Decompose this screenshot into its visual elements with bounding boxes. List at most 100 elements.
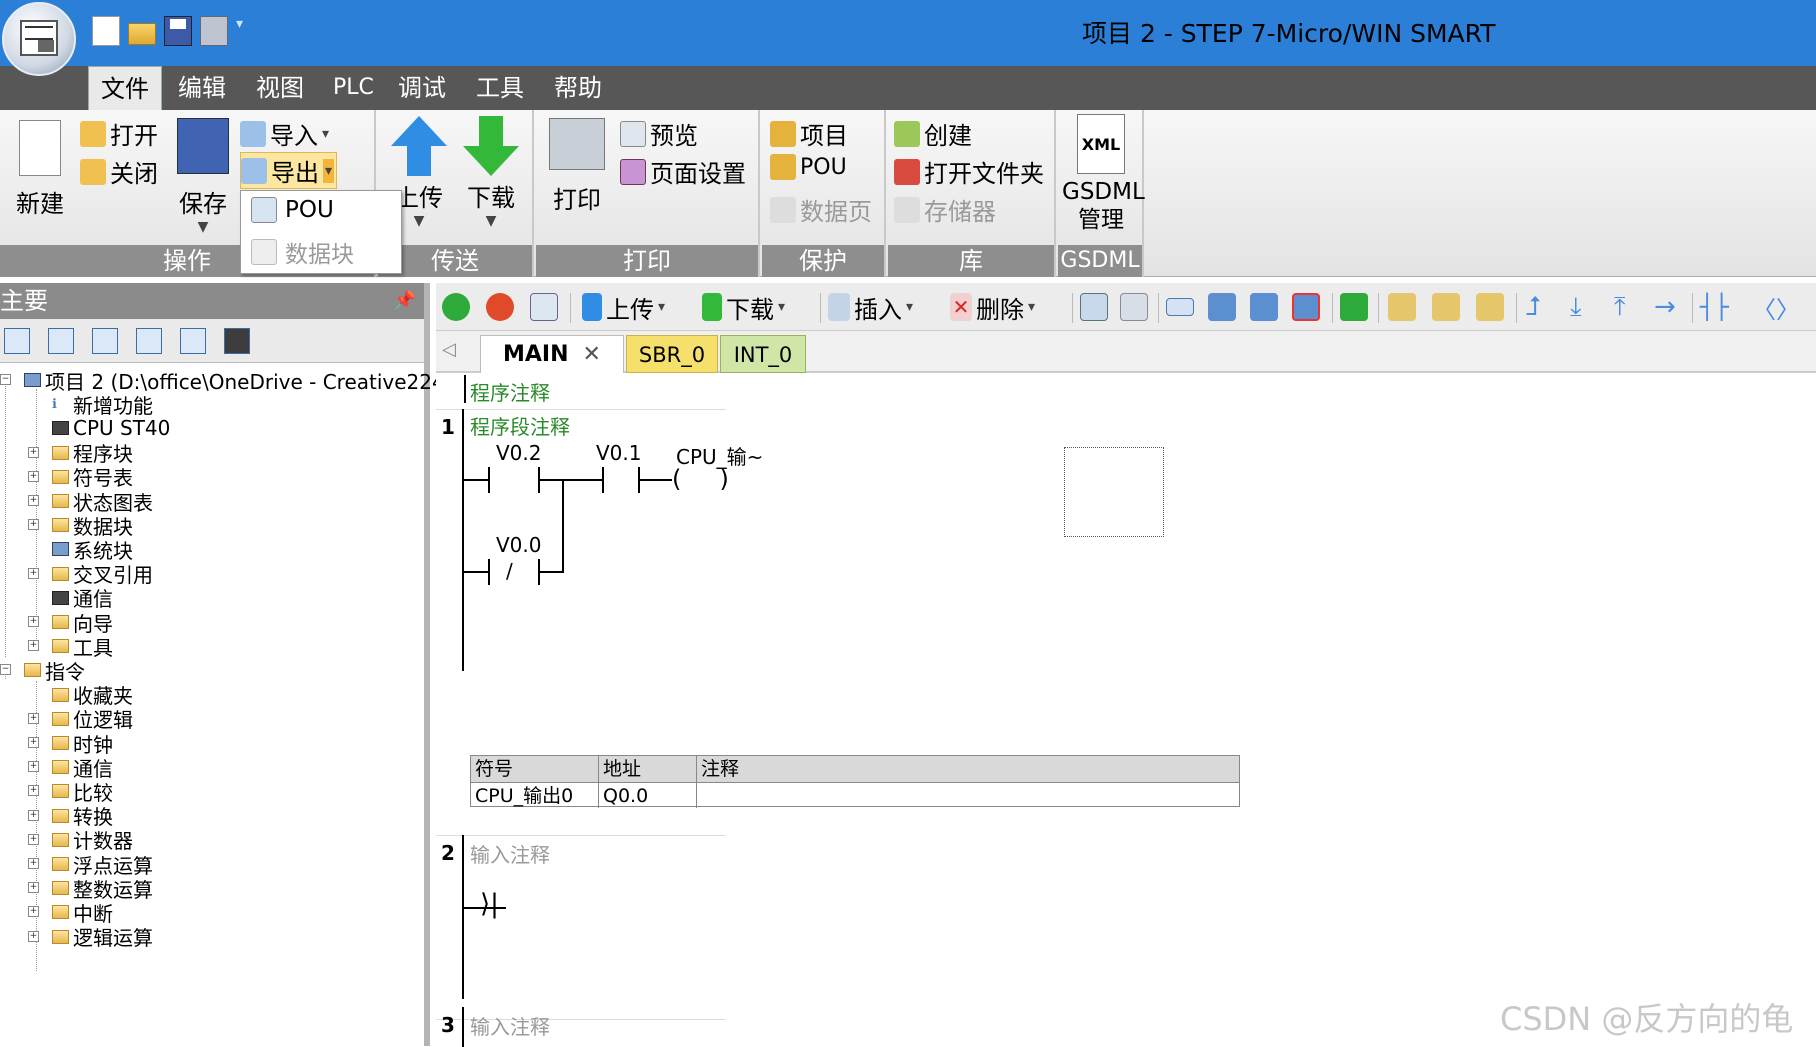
contact-label[interactable]: V0.1 <box>596 441 642 465</box>
expand-toggle-icon[interactable]: + <box>28 737 39 748</box>
insert-contact-button[interactable]: ┤├ <box>1700 291 1729 323</box>
protect-project-button[interactable]: 项目 <box>770 116 848 151</box>
protect-pou-button[interactable]: POU <box>770 154 847 180</box>
export-pou-item[interactable]: POU <box>251 197 334 223</box>
open-folder-icon[interactable] <box>128 23 156 45</box>
editor-download-button[interactable]: 下载 ▾ <box>702 291 785 324</box>
import-button[interactable]: 导入 ▾ <box>240 116 329 151</box>
status-chart-icon[interactable] <box>92 327 118 354</box>
expand-toggle-icon[interactable]: + <box>28 858 39 869</box>
insert-coil-button[interactable]: 〈〉 <box>1752 291 1800 324</box>
scroll-left-icon[interactable]: ◁ <box>442 339 456 360</box>
network-toggle-button[interactable] <box>1080 291 1108 323</box>
expand-toggle-icon[interactable]: + <box>28 882 39 894</box>
menu-file[interactable]: 文件 <box>88 66 162 110</box>
expand-toggle-icon[interactable]: + <box>28 833 39 845</box>
compile-button[interactable] <box>530 291 558 323</box>
communication-icon[interactable] <box>224 327 250 354</box>
expand-toggle-icon[interactable]: − <box>0 374 11 385</box>
pin-icon[interactable]: 📌 <box>394 283 416 319</box>
expand-toggle-icon[interactable]: + <box>28 616 39 627</box>
menu-help[interactable]: 帮助 <box>554 66 602 110</box>
expand-toggle-icon[interactable]: + <box>28 785 39 797</box>
table-cell[interactable]: Q0.0 <box>599 782 697 808</box>
tab-int0[interactable]: INT_0 <box>720 335 806 373</box>
prev-bookmark-button[interactable] <box>1208 291 1236 323</box>
menu-plc[interactable]: PLC <box>333 66 374 110</box>
expand-toggle-icon[interactable]: + <box>28 567 39 579</box>
menu-view[interactable]: 视图 <box>256 66 304 110</box>
symbol-table-icon[interactable] <box>48 327 74 354</box>
new-file-icon[interactable] <box>92 16 120 46</box>
table-cell[interactable]: CPU_输出0 <box>471 782 599 808</box>
cursor-selection[interactable] <box>1064 447 1164 537</box>
open-button[interactable]: 打开 <box>80 116 158 151</box>
menu-edit[interactable]: 编辑 <box>178 66 226 110</box>
download-button[interactable]: 下载 ▼ <box>458 116 524 229</box>
rung-comment[interactable]: 输入注释 <box>470 839 550 868</box>
run-button[interactable] <box>442 291 470 323</box>
expand-toggle-icon[interactable]: + <box>28 519 39 531</box>
library-memory-button[interactable]: 存储器 <box>894 192 996 227</box>
new-button[interactable]: 新建 <box>10 120 70 219</box>
tree-item[interactable]: + 逻辑运算 <box>28 924 153 950</box>
create-library-button[interactable]: 创建 <box>894 116 972 151</box>
branch-down-button[interactable]: ⤓ <box>1570 291 1582 323</box>
export-data-block-item[interactable]: 数据块 <box>251 235 354 269</box>
rung-comment[interactable]: 输入注释 <box>470 1011 550 1040</box>
branch-up-button[interactable]: ⮥ <box>1526 291 1541 323</box>
system-block-icon[interactable] <box>180 327 206 354</box>
print-button[interactable]: 打印 <box>546 118 608 215</box>
program-block-icon[interactable] <box>4 327 30 354</box>
page-setup-button[interactable]: 页面设置 <box>620 154 746 189</box>
pou-protect-button[interactable] <box>1388 291 1416 323</box>
program-comment[interactable]: 程序注释 <box>470 377 550 406</box>
open-library-folder-button[interactable]: 打开文件夹 <box>894 154 1044 189</box>
customize-dropdown-icon[interactable]: ▾ <box>236 16 250 46</box>
tab-main[interactable]: MAIN ✕ <box>480 335 624 373</box>
menu-tools[interactable]: 工具 <box>476 66 524 110</box>
print-icon[interactable] <box>200 16 228 46</box>
line-right-button[interactable]: → <box>1654 291 1676 323</box>
close-icon[interactable]: ✕ <box>583 342 601 367</box>
expand-toggle-icon[interactable]: − <box>0 664 11 676</box>
network-toggle-2-button[interactable] <box>1120 291 1148 323</box>
gsdml-manage-button[interactable]: XML GSDML管理 <box>1062 114 1145 234</box>
expand-toggle-icon[interactable]: + <box>28 761 39 773</box>
remove-bookmarks-button[interactable] <box>1292 291 1320 323</box>
next-bookmark-button[interactable] <box>1250 291 1278 323</box>
contact-label[interactable]: V0.0 <box>496 533 542 557</box>
contact-label[interactable]: V0.2 <box>496 441 542 465</box>
expand-toggle-icon[interactable]: + <box>28 809 39 821</box>
data-block-icon[interactable] <box>136 327 162 354</box>
line-up-button[interactable]: ⤒ <box>1614 291 1626 323</box>
delete-button[interactable]: ✕ 删除 ▾ <box>950 291 1035 324</box>
expand-toggle-icon[interactable]: + <box>28 640 39 652</box>
editor-upload-button[interactable]: 上传 ▾ <box>582 291 665 324</box>
export-button[interactable]: 导出 ▾ <box>240 152 338 189</box>
add-lock-button[interactable] <box>1476 291 1504 323</box>
goto-button[interactable] <box>1340 291 1368 323</box>
expand-toggle-icon[interactable]: + <box>28 446 39 458</box>
bookmark-button[interactable] <box>1166 291 1194 323</box>
expand-toggle-icon[interactable]: + <box>28 495 39 506</box>
delete-icon: ✕ <box>950 293 972 321</box>
expand-toggle-icon[interactable]: + <box>28 470 39 482</box>
table-cell[interactable] <box>697 782 1239 808</box>
expand-toggle-icon[interactable]: + <box>28 906 39 918</box>
stop-button[interactable] <box>486 291 514 323</box>
tree-item[interactable]: ℹ 新增功能 <box>52 391 153 418</box>
expand-toggle-icon[interactable]: + <box>28 930 39 942</box>
save-button[interactable]: 保存 ▼ <box>172 118 234 235</box>
save-icon[interactable] <box>164 16 192 46</box>
menu-debug[interactable]: 调试 <box>398 66 446 110</box>
insert-button[interactable]: 插入 ▾ <box>828 291 913 324</box>
close-button[interactable]: 关闭 <box>80 154 158 189</box>
protect-data-page-button[interactable]: 数据页 <box>770 192 872 227</box>
tab-sbr0[interactable]: SBR_0 <box>626 335 718 373</box>
expand-toggle-icon[interactable]: + <box>28 712 39 724</box>
unlock-button[interactable] <box>1432 291 1460 323</box>
preview-button[interactable]: 预览 <box>620 116 698 151</box>
rung-comment[interactable]: 程序段注释 <box>470 411 570 440</box>
application-button[interactable] <box>2 2 76 76</box>
